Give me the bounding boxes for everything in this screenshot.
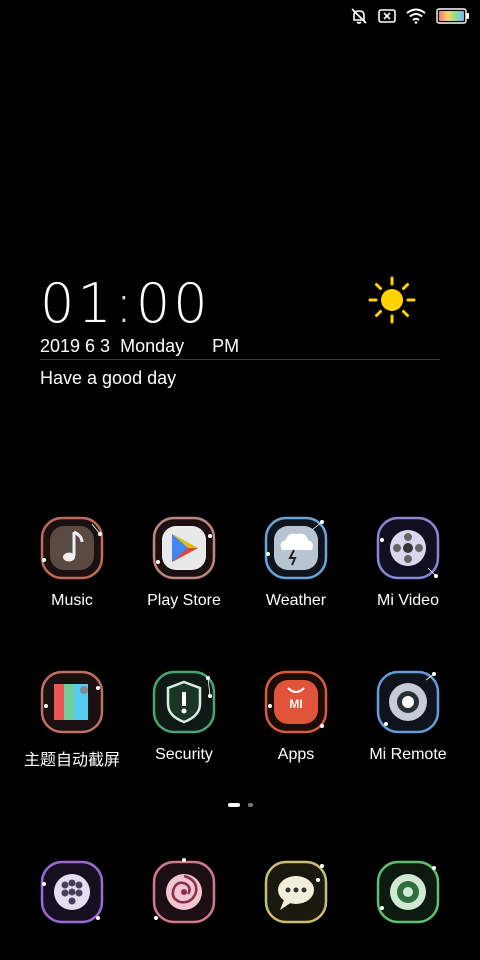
svg-text:MI: MI bbox=[289, 697, 302, 711]
app-label: Weather bbox=[265, 592, 327, 609]
greeting-text: Have a good day bbox=[40, 368, 177, 388]
wifi-icon bbox=[406, 8, 426, 24]
page-indicator bbox=[0, 803, 480, 807]
status-bar bbox=[0, 0, 480, 34]
shopping-bag-icon: MI bbox=[264, 670, 328, 734]
film-reel-icon bbox=[376, 516, 440, 580]
storm-cloud-icon bbox=[264, 516, 328, 580]
clock-hour: 01 bbox=[40, 272, 115, 335]
app-weather[interactable]: Weather bbox=[240, 512, 352, 610]
messaging-icon bbox=[264, 860, 328, 924]
dock-camera[interactable] bbox=[352, 856, 464, 928]
app-mi-remote[interactable]: Mi Remote bbox=[352, 666, 464, 764]
app-security[interactable]: Security bbox=[128, 666, 240, 764]
app-mi-video[interactable]: Mi Video bbox=[352, 512, 464, 610]
shield-icon bbox=[152, 670, 216, 734]
dock-phone[interactable] bbox=[16, 856, 128, 928]
app-label: Security bbox=[155, 746, 213, 763]
dialer-icon bbox=[40, 860, 104, 924]
widget-divider bbox=[40, 359, 440, 360]
clock-minute: 00 bbox=[135, 272, 211, 335]
date-text: 2019 6 3 bbox=[40, 336, 111, 356]
weekday-text: Monday bbox=[120, 336, 185, 356]
mute-icon bbox=[351, 8, 367, 24]
browser-swirl-icon bbox=[152, 858, 216, 924]
camera-aperture-icon bbox=[376, 860, 440, 924]
remote-ring-icon bbox=[376, 670, 440, 734]
date-row: 2019 6 3 Monday PM bbox=[40, 336, 239, 357]
app-apps[interactable]: MI Apps bbox=[240, 666, 352, 764]
play-triangle-icon bbox=[152, 516, 216, 580]
app-play-store[interactable]: Play Store bbox=[128, 512, 240, 610]
app-label: Mi Remote bbox=[369, 746, 447, 763]
app-label: Mi Video bbox=[377, 592, 439, 609]
page-dot-current[interactable] bbox=[227, 803, 240, 807]
app-label: 主题自动截屏 bbox=[23, 752, 120, 769]
ampm-text: PM bbox=[212, 336, 240, 356]
page-dot[interactable] bbox=[247, 803, 253, 807]
app-label: Music bbox=[51, 592, 93, 609]
app-label: Apps bbox=[277, 746, 315, 763]
dock-browser[interactable] bbox=[128, 856, 240, 928]
battery-icon bbox=[436, 8, 469, 24]
app-label: Play Store bbox=[147, 592, 221, 609]
sun-icon[interactable] bbox=[368, 276, 416, 324]
sim-disabled-icon bbox=[378, 9, 396, 23]
app-theme-screenshot[interactable]: 主题自动截屏 bbox=[16, 666, 128, 770]
dock-messaging[interactable] bbox=[240, 856, 352, 928]
clock-time[interactable]: 01:00 bbox=[40, 272, 211, 335]
clock-separator: : bbox=[114, 272, 136, 335]
app-music[interactable]: Music bbox=[16, 512, 128, 610]
music-note-icon bbox=[40, 516, 104, 580]
gallery-icon bbox=[40, 670, 104, 734]
